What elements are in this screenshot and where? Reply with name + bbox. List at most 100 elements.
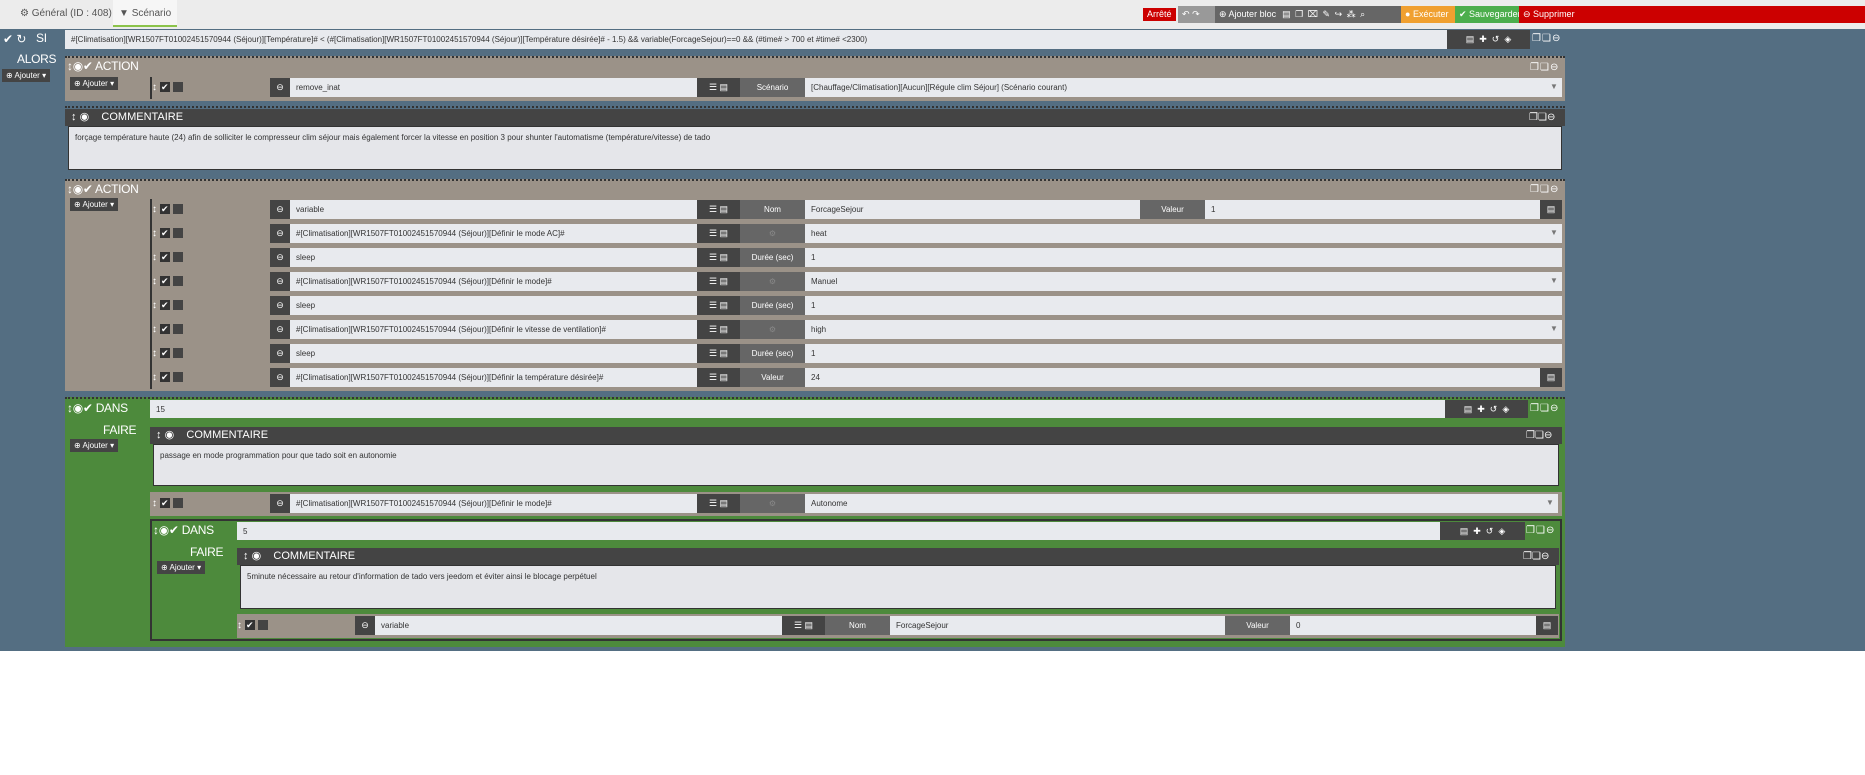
drag-handle-icon[interactable]: ↕: [152, 276, 157, 287]
drag-handle-icon[interactable]: ↕: [156, 429, 162, 441]
remove-action-button[interactable]: ⊖: [270, 296, 290, 315]
drag-handle-icon[interactable]: ↕: [152, 498, 157, 509]
block-controls[interactable]: ❐❏⊖: [1526, 525, 1555, 536]
enable-checkbox[interactable]: ✔: [159, 324, 170, 335]
remove-block-icon[interactable]: ⊖: [1546, 525, 1555, 536]
command-input[interactable]: sleep: [290, 248, 697, 267]
parallel-checkbox[interactable]: [172, 252, 183, 263]
copy-icon[interactable]: ❐: [1529, 112, 1538, 123]
remove-block-icon[interactable]: ⊖: [1550, 62, 1559, 73]
remove-block-icon[interactable]: ⊖: [1547, 112, 1555, 123]
command-picker-buttons[interactable]: ☰ ▤: [782, 616, 825, 635]
command-picker-buttons[interactable]: ☰ ▤: [697, 78, 740, 97]
copy-icon[interactable]: ❐: [1526, 430, 1535, 441]
command-input[interactable]: #[Climatisation][WR1507FT01002451570944 …: [290, 368, 697, 387]
command-picker-buttons[interactable]: ☰ ▤: [697, 224, 740, 243]
remove-action-button[interactable]: ⊖: [270, 200, 290, 219]
value-picker-button[interactable]: ▤: [1536, 616, 1558, 635]
eye-icon[interactable]: ◉: [165, 429, 175, 441]
row-controls[interactable]: ↕ ✔: [152, 82, 183, 93]
option-name-input[interactable]: ForcageSejour: [805, 200, 1140, 219]
add-dropdown-button[interactable]: ⊕ Ajouter ▾: [157, 561, 206, 574]
enable-checkbox[interactable]: ✔: [83, 182, 93, 196]
delete-button[interactable]: ⊖ Supprimer: [1519, 6, 1865, 23]
remove-block-icon[interactable]: ⊖: [1552, 33, 1561, 44]
remove-action-button[interactable]: ⊖: [270, 494, 290, 513]
dans-toolbar[interactable]: ▤ ✚ ↺ ◈: [1445, 400, 1528, 418]
eye-icon[interactable]: ◉: [159, 523, 169, 537]
add-dropdown-button[interactable]: ⊕ Ajouter ▾: [70, 198, 119, 211]
copy-icon[interactable]: ❐: [1530, 403, 1540, 414]
remove-action-button[interactable]: ⊖: [270, 344, 290, 363]
paste-icon[interactable]: ❏: [1540, 62, 1550, 73]
remove-action-button[interactable]: ⊖: [355, 616, 375, 635]
comment-textarea[interactable]: passage en mode programmation pour que t…: [153, 444, 1559, 486]
drag-handle-icon[interactable]: ↕: [152, 82, 157, 93]
eye-icon[interactable]: ◉: [73, 401, 83, 415]
row-controls[interactable]: ↕ ✔: [237, 620, 268, 631]
remove-action-button[interactable]: ⊖: [270, 272, 290, 291]
comment-textarea[interactable]: 5minute nécessaire au retour d'informati…: [240, 565, 1556, 609]
remove-action-button[interactable]: ⊖: [270, 78, 290, 97]
chevron-down-icon[interactable]: ▼: [1550, 82, 1558, 91]
row-controls[interactable]: ↕ ✔: [152, 228, 183, 239]
redo-icon[interactable]: ↷: [1192, 9, 1200, 19]
eye-icon[interactable]: ◉: [73, 182, 83, 196]
delay-input[interactable]: 15: [150, 400, 1445, 418]
toolbar-icons[interactable]: ▤ ❐ ⌧ ✎ ↪ ⁂ ⌕: [1279, 9, 1367, 19]
row-controls[interactable]: ↕ ✔: [152, 498, 183, 509]
chevron-down-icon[interactable]: ▼: [1550, 324, 1558, 333]
remove-block-icon[interactable]: ⊖: [1541, 551, 1549, 562]
enable-checkbox[interactable]: ✔: [83, 401, 93, 415]
remove-block-icon[interactable]: ⊖: [1550, 184, 1559, 195]
value-picker-button[interactable]: ▤: [1540, 200, 1562, 219]
condition-toolbar[interactable]: ▤ ✚ ↺ ◈: [1447, 30, 1530, 49]
refresh-icon[interactable]: ↻: [16, 32, 26, 46]
remove-action-button[interactable]: ⊖: [270, 368, 290, 387]
add-block-button[interactable]: ⊕ Ajouter bloc: [1219, 9, 1276, 19]
condition-input[interactable]: #[Climatisation][WR1507FT01002451570944 …: [65, 30, 1447, 49]
enable-checkbox[interactable]: ✔: [159, 300, 170, 311]
parallel-checkbox[interactable]: [172, 348, 183, 359]
remove-block-icon[interactable]: ⊖: [1550, 403, 1559, 414]
add-dropdown-button[interactable]: ⊕ Ajouter ▾: [70, 77, 119, 90]
parallel-checkbox[interactable]: [172, 324, 183, 335]
row-controls[interactable]: ↕ ✔: [152, 252, 183, 263]
option-value-input[interactable]: 1: [805, 248, 1562, 267]
parallel-checkbox[interactable]: [257, 620, 268, 631]
command-input[interactable]: #[Climatisation][WR1507FT01002451570944 …: [290, 494, 697, 513]
paste-icon[interactable]: ❏: [1538, 112, 1547, 123]
drag-handle-icon[interactable]: ↕: [152, 252, 157, 263]
enable-checkbox[interactable]: ✔: [83, 59, 93, 73]
enable-checkbox[interactable]: ✔: [159, 348, 170, 359]
add-dropdown-button[interactable]: ⊕ Ajouter ▾: [70, 439, 119, 452]
delay-input[interactable]: 5: [237, 522, 1440, 540]
copy-icon[interactable]: ❐: [1526, 525, 1536, 536]
remove-action-button[interactable]: ⊖: [270, 248, 290, 267]
dans-toolbar[interactable]: ▤ ✚ ↺ ◈: [1440, 522, 1525, 540]
block-controls[interactable]: ❐❏⊖: [1526, 430, 1552, 441]
tab-general[interactable]: ⚙ Général (ID : 408): [14, 0, 118, 27]
drag-handle-icon[interactable]: ↕: [152, 324, 157, 335]
row-controls[interactable]: ↕ ✔: [152, 204, 183, 215]
parallel-checkbox[interactable]: [172, 204, 183, 215]
parallel-checkbox[interactable]: [172, 82, 183, 93]
paste-icon[interactable]: ❏: [1540, 184, 1550, 195]
eye-icon[interactable]: ◉: [252, 550, 262, 562]
row-controls[interactable]: ↕ ✔: [152, 372, 183, 383]
enable-checkbox[interactable]: ✔: [159, 228, 170, 239]
command-picker-buttons[interactable]: ☰ ▤: [697, 320, 740, 339]
option-value-select[interactable]: high: [805, 320, 1562, 339]
chevron-down-icon[interactable]: ▼: [1550, 228, 1558, 237]
block-controls[interactable]: ❐❏⊖: [1530, 403, 1559, 414]
drag-handle-icon[interactable]: ↕: [243, 550, 249, 562]
paste-icon[interactable]: ❏: [1535, 430, 1544, 441]
drag-handle-icon[interactable]: ↕: [152, 348, 157, 359]
drag-handle-icon[interactable]: ↕: [71, 111, 77, 123]
command-input[interactable]: #[Climatisation][WR1507FT01002451570944 …: [290, 224, 697, 243]
enable-checkbox[interactable]: ✔: [159, 204, 170, 215]
remove-block-icon[interactable]: ⊖: [1544, 430, 1552, 441]
block-controls[interactable]: ❐❏⊖: [1532, 33, 1561, 44]
command-picker-buttons[interactable]: ☰ ▤: [697, 248, 740, 267]
option-value-select[interactable]: Autonome: [805, 494, 1558, 513]
